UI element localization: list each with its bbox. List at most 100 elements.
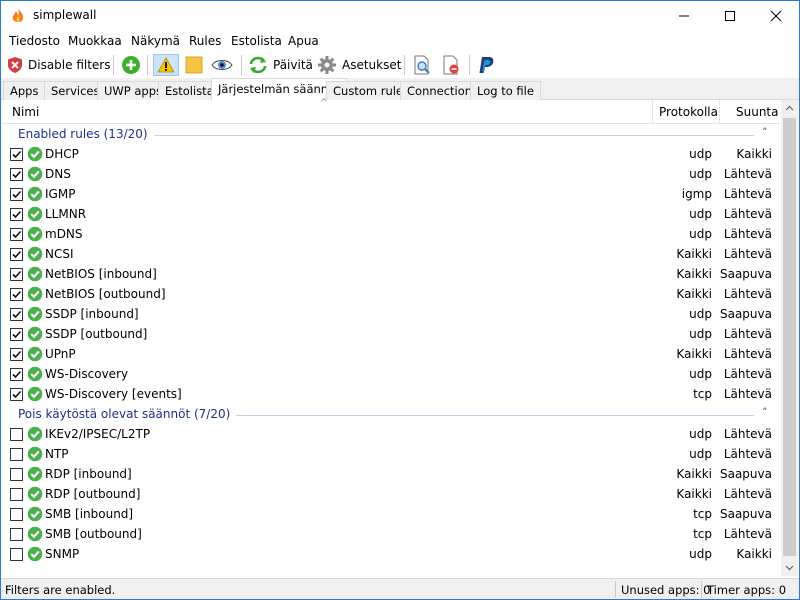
list-item[interactable]: DNS udp Lähtevä: [2, 164, 780, 184]
list-item[interactable]: UPnP Kaikki Lähtevä: [2, 344, 780, 364]
rule-checkbox[interactable]: [10, 328, 23, 341]
list-item[interactable]: mDNS udp Lähtevä: [2, 224, 780, 244]
menu-edit[interactable]: Muokkaa: [68, 34, 122, 48]
add-rule-button[interactable]: [121, 54, 141, 76]
log-clear-button[interactable]: [441, 54, 461, 76]
rule-checkbox[interactable]: [10, 188, 23, 201]
list-item[interactable]: IGMP igmp Lähtevä: [2, 184, 780, 204]
rule-checkbox[interactable]: [10, 388, 23, 401]
check-circle-icon: [27, 226, 43, 242]
checkmark-icon: [12, 310, 22, 319]
scroll-down-button[interactable]: [781, 559, 798, 576]
warning-icon: [157, 57, 175, 73]
rule-direction: Lähtevä: [723, 247, 772, 261]
rule-protocol: Kaikki: [676, 287, 712, 301]
check-circle-icon: [27, 466, 43, 482]
list-item[interactable]: WS-Discovery [events] tcp Lähtevä: [2, 384, 780, 404]
rule-checkbox[interactable]: [10, 428, 23, 441]
warning-button[interactable]: [153, 54, 179, 76]
tab-apps[interactable]: Apps: [3, 81, 46, 100]
menu-rules[interactable]: Rules: [189, 34, 221, 48]
list-item[interactable]: NetBIOS [outbound] Kaikki Lähtevä: [2, 284, 780, 304]
rule-checkbox[interactable]: [10, 368, 23, 381]
rule-checkbox[interactable]: [10, 248, 23, 261]
rule-protocol: udp: [689, 147, 712, 161]
checkmark-icon: [12, 210, 22, 219]
minimize-button[interactable]: [661, 1, 707, 31]
menu-help[interactable]: Apua: [288, 34, 319, 48]
check-circle-icon: [27, 526, 43, 542]
rule-direction: Lähtevä: [723, 447, 772, 461]
list-item[interactable]: DHCP udp Kaikki: [2, 144, 780, 164]
rule-protocol: udp: [689, 307, 712, 321]
list-item[interactable]: SSDP [outbound] udp Lähtevä: [2, 324, 780, 344]
vertical-scrollbar[interactable]: [781, 100, 798, 576]
list-item[interactable]: LLMNR udp Lähtevä: [2, 204, 780, 224]
column-header-name[interactable]: Nimi: [12, 105, 39, 119]
refresh-icon: [249, 56, 267, 74]
list-item[interactable]: SMB [inbound] tcp Saapuva: [2, 504, 780, 524]
notes-button[interactable]: [185, 54, 203, 76]
donate-button[interactable]: [476, 54, 496, 76]
view-button[interactable]: [211, 54, 233, 76]
rule-name: RDP [inbound]: [45, 467, 132, 481]
rule-checkbox[interactable]: [10, 488, 23, 501]
checkmark-icon: [12, 190, 22, 199]
scroll-up-button[interactable]: [781, 100, 798, 117]
rule-name: mDNS: [45, 227, 83, 241]
list-item[interactable]: SNMP udp Kaikki: [2, 544, 780, 564]
eye-icon: [211, 60, 233, 70]
rule-checkbox[interactable]: [10, 528, 23, 541]
rule-direction: Lähtevä: [723, 287, 772, 301]
list-item[interactable]: NCSI Kaikki Lähtevä: [2, 244, 780, 264]
group-header[interactable]: Enabled rules (13/20) ˄: [2, 124, 780, 144]
list-item[interactable]: RDP [inbound] Kaikki Saapuva: [2, 464, 780, 484]
list-item[interactable]: NTP udp Lähtevä: [2, 444, 780, 464]
rule-direction: Lähtevä: [723, 387, 772, 401]
rule-checkbox[interactable]: [10, 228, 23, 241]
checkmark-icon: [12, 270, 22, 279]
log-view-button[interactable]: [412, 54, 432, 76]
rule-protocol: tcp: [693, 507, 712, 521]
list-item[interactable]: IKEv2/IPSEC/L2TP udp Lähtevä: [2, 424, 780, 444]
status-unused-apps: Unused apps: 0: [621, 583, 711, 597]
chevron-up-icon[interactable]: ˄: [762, 406, 768, 419]
list-item[interactable]: SMB [outbound] tcp Lähtevä: [2, 524, 780, 544]
checkmark-icon: [12, 290, 22, 299]
column-header-direction[interactable]: Suunta: [736, 105, 779, 119]
list-item[interactable]: RDP [outbound] Kaikki Lähtevä: [2, 484, 780, 504]
scrollbar-thumb[interactable]: [783, 118, 796, 556]
rule-checkbox[interactable]: [10, 208, 23, 221]
settings-button[interactable]: Asetukset: [317, 54, 401, 76]
menu-blocklist[interactable]: Estolista: [231, 34, 282, 48]
rule-checkbox[interactable]: [10, 268, 23, 281]
column-divider: [652, 100, 653, 124]
rule-checkbox[interactable]: [10, 308, 23, 321]
maximize-button[interactable]: [707, 1, 753, 31]
rule-checkbox[interactable]: [10, 548, 23, 561]
rule-checkbox[interactable]: [10, 508, 23, 521]
plus-circle-icon: [122, 56, 140, 74]
rule-checkbox[interactable]: [10, 468, 23, 481]
menu-view[interactable]: Näkymä: [131, 34, 180, 48]
rule-checkbox[interactable]: [10, 288, 23, 301]
rule-checkbox[interactable]: [10, 168, 23, 181]
refresh-button[interactable]: Päivitä: [248, 54, 313, 76]
menu-file[interactable]: Tiedosto: [9, 34, 60, 48]
list-item[interactable]: SSDP [inbound] udp Saapuva: [2, 304, 780, 324]
group-header[interactable]: Pois käytöstä olevat säännöt (7/20) ˄: [2, 404, 780, 424]
tab-log-to-file[interactable]: Log to file: [470, 81, 541, 100]
close-button[interactable]: [753, 1, 799, 31]
rule-protocol: udp: [689, 447, 712, 461]
rule-checkbox[interactable]: [10, 148, 23, 161]
column-header-protocol[interactable]: Protokolla: [659, 105, 718, 119]
rule-checkbox[interactable]: [10, 448, 23, 461]
chevron-up-icon[interactable]: ˄: [762, 126, 768, 139]
shield-x-icon: [8, 57, 22, 73]
rule-name: SNMP: [45, 547, 80, 561]
disable-filters-button[interactable]: Disable filters: [7, 54, 111, 76]
rule-checkbox[interactable]: [10, 348, 23, 361]
list-item[interactable]: NetBIOS [inbound] Kaikki Saapuva: [2, 264, 780, 284]
list-item[interactable]: WS-Discovery udp Lähtevä: [2, 364, 780, 384]
rule-direction: Lähtevä: [723, 207, 772, 221]
